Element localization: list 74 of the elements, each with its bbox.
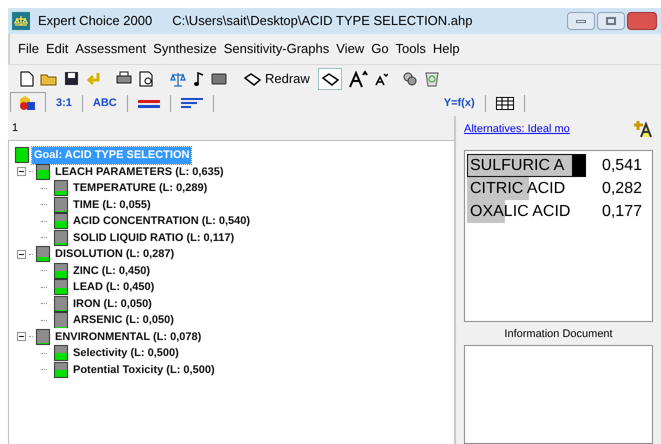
collapse-toggle[interactable] xyxy=(17,332,26,342)
priority-icon xyxy=(54,213,68,230)
menu-item[interactable]: Help xyxy=(432,39,460,59)
priority-icon xyxy=(36,328,50,345)
tree-node[interactable]: Selectivity (L: 0,500) xyxy=(71,345,181,362)
tree-node[interactable]: DISOLUTION (L: 0,287) xyxy=(53,246,176,262)
node-number: 1 xyxy=(11,120,18,136)
alternative-priority: 0,541 xyxy=(602,156,643,176)
priority-icon xyxy=(54,180,68,196)
collapse-toggle[interactable] xyxy=(17,250,26,259)
sorted-bars-icon xyxy=(180,98,203,110)
tree-node[interactable]: SOLID LIQUID RATIO (L: 0,117) xyxy=(71,230,236,246)
menu-item[interactable]: View xyxy=(336,39,364,59)
screen-icon[interactable] xyxy=(211,72,227,84)
table-icon xyxy=(496,97,514,110)
priority-icon xyxy=(54,296,68,312)
alternative-name[interactable]: SULFURIC A xyxy=(467,154,564,178)
priority-icon xyxy=(36,246,50,262)
menu-item[interactable]: File xyxy=(18,39,39,59)
menu-item[interactable]: Go xyxy=(371,39,389,59)
alternative-priority: 0,282 xyxy=(602,178,643,198)
priority-icon xyxy=(54,230,68,246)
information-document-label: Information Document xyxy=(503,327,614,342)
tree-node[interactable]: ZINC (L: 0,450) xyxy=(71,262,152,279)
font-increase-icon[interactable] xyxy=(348,70,368,88)
tree-node[interactable]: ARSENIC (L: 0,050) xyxy=(71,312,176,328)
print-preview-icon[interactable] xyxy=(139,70,155,86)
priority-icon xyxy=(54,345,68,362)
tree-node[interactable]: LEAD (L: 0,450) xyxy=(71,279,156,296)
recycle-bin-icon[interactable] xyxy=(424,70,440,87)
tree-node[interactable]: ACID CONCENTRATION (L: 0,540) xyxy=(71,213,252,230)
information-document-field[interactable] xyxy=(464,344,653,444)
minimize-button[interactable] xyxy=(567,12,595,30)
redraw-button[interactable]: Redraw xyxy=(241,68,312,88)
bar-lines-icon xyxy=(138,98,160,108)
scales-icon[interactable] xyxy=(169,70,187,86)
priority-icon xyxy=(54,262,68,279)
menu-item[interactable]: Assessment xyxy=(75,39,146,59)
menu-item[interactable]: Sensitivity-Graphs xyxy=(224,39,330,59)
menu-item[interactable]: Edit xyxy=(46,39,68,59)
view-tab[interactable] xyxy=(10,92,46,112)
tree-node[interactable]: IRON (L: 0,050) xyxy=(71,296,154,312)
menu-item[interactable]: Tools xyxy=(396,39,426,59)
app-logo-icon xyxy=(12,12,30,30)
priority-icon xyxy=(36,164,50,180)
music-note-icon[interactable] xyxy=(193,70,205,86)
priority-icon xyxy=(15,147,29,164)
menu-item[interactable]: Synthesize xyxy=(153,39,217,59)
tree-node[interactable]: LEACH PARAMETERS (L: 0,635) xyxy=(53,164,226,180)
folder-icon[interactable] xyxy=(40,72,58,86)
add-alternative-icon[interactable] xyxy=(633,120,653,138)
file-path: C:\Users\sait\Desktop\ACID TYPE SELECTION.ahp xyxy=(172,12,472,30)
priority-icon xyxy=(54,279,68,296)
restore-button[interactable] xyxy=(597,12,625,30)
collapse-toggle[interactable] xyxy=(17,167,26,176)
shapes-icon xyxy=(19,94,37,110)
alternative-name[interactable]: CITRIC ACID xyxy=(467,176,566,200)
printer-icon[interactable] xyxy=(115,71,133,86)
tree-node[interactable]: ENVIRONMENTAL (L: 0,078) xyxy=(53,328,204,345)
priority-icon xyxy=(54,362,68,378)
priority-icon xyxy=(54,312,68,328)
tree-node[interactable]: Potential Toxicity (L: 0,500) xyxy=(71,362,217,378)
tree-node[interactable]: TEMPERATURE (L: 0,289) xyxy=(71,180,210,196)
selection-marker xyxy=(572,154,586,177)
font-decrease-icon[interactable] xyxy=(374,72,388,86)
alternatives-link[interactable]: Alternatives: Ideal mo xyxy=(464,120,570,138)
window-title: Expert Choice 2000 xyxy=(38,12,152,30)
new-file-icon[interactable] xyxy=(20,70,34,86)
save-icon[interactable] xyxy=(64,71,79,86)
priority-icon xyxy=(54,196,68,213)
close-button[interactable] xyxy=(627,12,657,30)
alternative-name[interactable]: OXALIC ACID xyxy=(467,200,570,224)
tree-node[interactable]: TIME (L: 0,055) xyxy=(71,196,153,213)
alternative-priority: 0,177 xyxy=(602,202,643,222)
